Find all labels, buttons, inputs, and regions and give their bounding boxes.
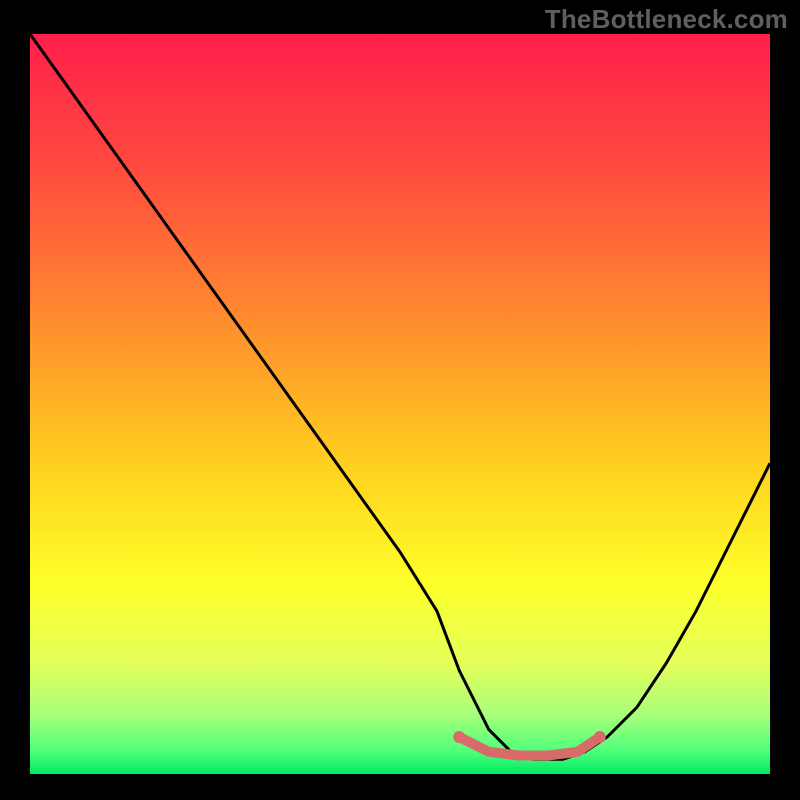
chart-svg (0, 0, 800, 800)
plot-background (30, 34, 770, 774)
optimal-range-endpoint-right (594, 731, 606, 743)
optimal-range-endpoint-left (453, 731, 465, 743)
bottleneck-chart: TheBottleneck.com (0, 0, 800, 800)
watermark-text: TheBottleneck.com (545, 4, 788, 35)
